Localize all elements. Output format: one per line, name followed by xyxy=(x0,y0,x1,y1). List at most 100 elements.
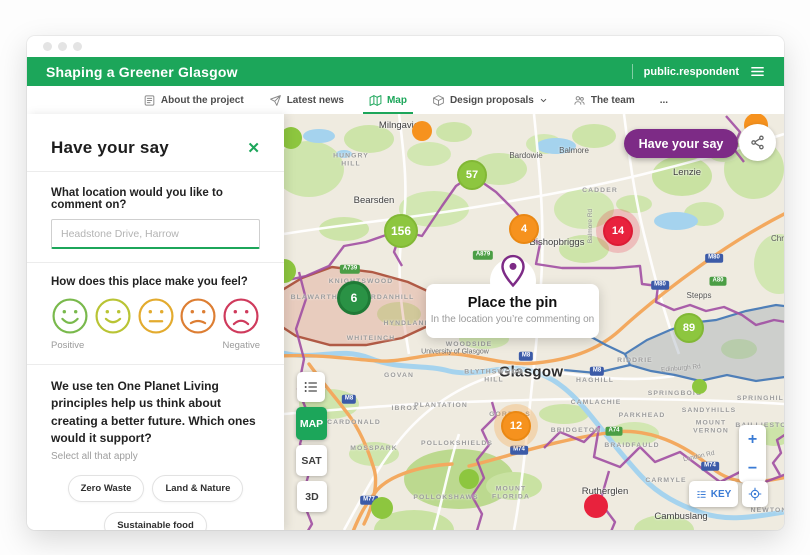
map-dot-marker[interactable] xyxy=(371,497,393,519)
face-negative-icon[interactable] xyxy=(179,297,217,335)
face-neutral-icon[interactable] xyxy=(137,297,175,335)
map-label-newton: NEWTON xyxy=(750,506,784,514)
legend-list-button[interactable] xyxy=(297,372,325,402)
map-layer-button[interactable]: MAP xyxy=(296,407,327,440)
share-icon xyxy=(751,135,764,150)
face-very-positive-icon[interactable] xyxy=(51,297,89,335)
map-dot-marker[interactable] xyxy=(459,469,479,489)
crosshair-icon xyxy=(748,487,762,501)
nav-item-label: Map xyxy=(386,94,407,106)
window-dot[interactable] xyxy=(43,42,52,51)
nav-item-label: ... xyxy=(659,94,669,106)
map-label-bridgeton: BRIDGETON xyxy=(550,426,602,434)
map-dot-marker[interactable] xyxy=(691,378,707,394)
location-question: What location would you like to comment … xyxy=(51,187,223,211)
map-label-haghill: HAGHILL xyxy=(576,376,614,384)
map-label-bearsden: Bearsden xyxy=(353,195,395,207)
have-your-say-button[interactable]: Have your say xyxy=(624,129,738,158)
map-label-balmore-rd: Balmore Rd xyxy=(586,208,594,244)
map-dot-marker[interactable] xyxy=(412,121,432,141)
share-button[interactable] xyxy=(739,124,776,161)
nav-items: About the project Latest news Map Design pr… xyxy=(143,86,668,114)
close-icon[interactable]: ✕ xyxy=(247,141,260,156)
map-cluster-marker-6[interactable]: 6 xyxy=(337,281,371,315)
map-label-carmyle: CARMYLE xyxy=(645,476,687,484)
box-icon xyxy=(432,94,445,107)
map-cluster-marker-12[interactable]: 12 xyxy=(501,411,531,441)
map-label-mount-florida: MOUNT FLORIDA xyxy=(492,485,530,501)
map-cluster-marker-14[interactable]: 14 xyxy=(603,216,633,246)
map-label-balmore: Balmore xyxy=(559,146,589,155)
nav-item-about-the-project[interactable]: About the project xyxy=(143,86,244,114)
chip-land-nature[interactable]: Land & Nature xyxy=(152,474,244,502)
map-label-braidfauld: BRAIDFAULD xyxy=(604,441,660,449)
map-icon xyxy=(369,94,382,107)
map-label-pollokshaws: POLLOKSHAWS xyxy=(413,493,479,501)
chip-sustainable-food[interactable]: Sustainable food xyxy=(104,511,207,530)
place-pin-tooltip: Place the pin In the location you’re com… xyxy=(426,254,599,338)
principles-question: We use ten One Planet Living principles … xyxy=(51,379,256,446)
map-label-university-of-glasgow: University of Glasgow xyxy=(421,348,489,356)
list-icon xyxy=(304,382,317,392)
divider xyxy=(27,171,284,172)
account-label[interactable]: public.respondent xyxy=(644,66,739,78)
map-dot-marker[interactable] xyxy=(584,494,608,518)
nav-item-label: Latest news xyxy=(286,94,344,106)
zoom-control: + − xyxy=(739,425,766,483)
nav-item-latest-news[interactable]: Latest news xyxy=(269,86,344,114)
key-button[interactable]: KEY xyxy=(689,481,738,507)
map-cluster-marker-156[interactable]: 156 xyxy=(384,214,418,248)
key-list-icon xyxy=(697,490,706,498)
map-cluster-marker-89[interactable]: 89 xyxy=(674,313,704,343)
main-nav: About the project Latest news Map Design pr… xyxy=(27,86,784,114)
map-label-blythswood-hill: BLYTHSWOOD HILL xyxy=(464,368,524,384)
map-label-plantation: PLANTATION xyxy=(414,401,468,409)
map-label-stepps: Stepps xyxy=(686,291,712,300)
map-cluster-marker-4[interactable]: 4 xyxy=(509,214,539,244)
nav-item-design-proposals[interactable]: Design proposals xyxy=(432,86,548,114)
map-label-sandyhills: SANDYHILLS xyxy=(681,406,737,414)
face-positive-icon[interactable] xyxy=(94,297,132,335)
document-icon xyxy=(143,94,156,107)
browser-window: Shaping a Greener Glasgow public.respond… xyxy=(27,36,784,530)
feeling-question: How does this place make you feel? xyxy=(51,276,248,288)
map-cluster-marker-57[interactable]: 57 xyxy=(457,160,487,190)
tooltip-title: Place the pin xyxy=(467,295,558,311)
map-label-mosspark: MOSSPARK xyxy=(350,444,398,452)
browser-title-bar xyxy=(27,36,784,57)
map-label-bishopbriggs: Bishopbriggs xyxy=(529,237,585,249)
window-dot[interactable] xyxy=(58,42,67,51)
satellite-layer-button[interactable]: SAT xyxy=(296,445,327,476)
chip-zero-waste[interactable]: Zero Waste xyxy=(67,474,145,502)
location-input[interactable] xyxy=(51,219,260,249)
header-divider xyxy=(631,64,633,79)
divider xyxy=(27,262,284,263)
map-canvas[interactable]: A879 M80 M80 A80 A739 M8 M8 M8 A74 M74 M74 M77 Miln… xyxy=(284,114,784,530)
zoom-in-button[interactable]: + xyxy=(739,425,766,454)
map-label-whiteinch: WHITEINCH xyxy=(346,334,396,342)
feeling-scale xyxy=(51,297,260,335)
map-label-springhill: SPRINGHILL xyxy=(736,394,784,402)
scale-negative-label: Negative xyxy=(222,340,261,351)
send-icon xyxy=(269,94,282,107)
map-label-cambuslang: Cambuslang xyxy=(654,511,708,523)
map-label-ibrox: IBROX xyxy=(391,404,419,412)
team-icon xyxy=(573,94,586,107)
map-label-pollokshields: POLLOKSHIELDS xyxy=(420,439,494,447)
zoom-out-button[interactable]: − xyxy=(739,454,766,483)
nav-item-map[interactable]: Map xyxy=(362,86,413,114)
panel-title: Have your say xyxy=(51,138,169,157)
nav-item-more[interactable]: ... xyxy=(660,86,668,114)
map-label-hungry-hill: HUNGRY HILL xyxy=(333,152,369,168)
map-label-camlachie: CAMLACHIE xyxy=(570,398,622,406)
map-pin-icon xyxy=(499,254,526,288)
face-very-negative-icon[interactable] xyxy=(222,297,260,335)
threed-layer-button[interactable]: 3D xyxy=(297,481,327,512)
window-dot[interactable] xyxy=(73,42,82,51)
scale-positive-label: Positive xyxy=(51,340,85,351)
nav-item-the-team[interactable]: The team xyxy=(573,86,635,114)
locate-button[interactable] xyxy=(742,481,768,507)
hamburger-menu-icon[interactable] xyxy=(750,64,765,79)
map-label-chryston: Chryston xyxy=(770,234,784,243)
chevron-down-icon xyxy=(539,95,548,105)
